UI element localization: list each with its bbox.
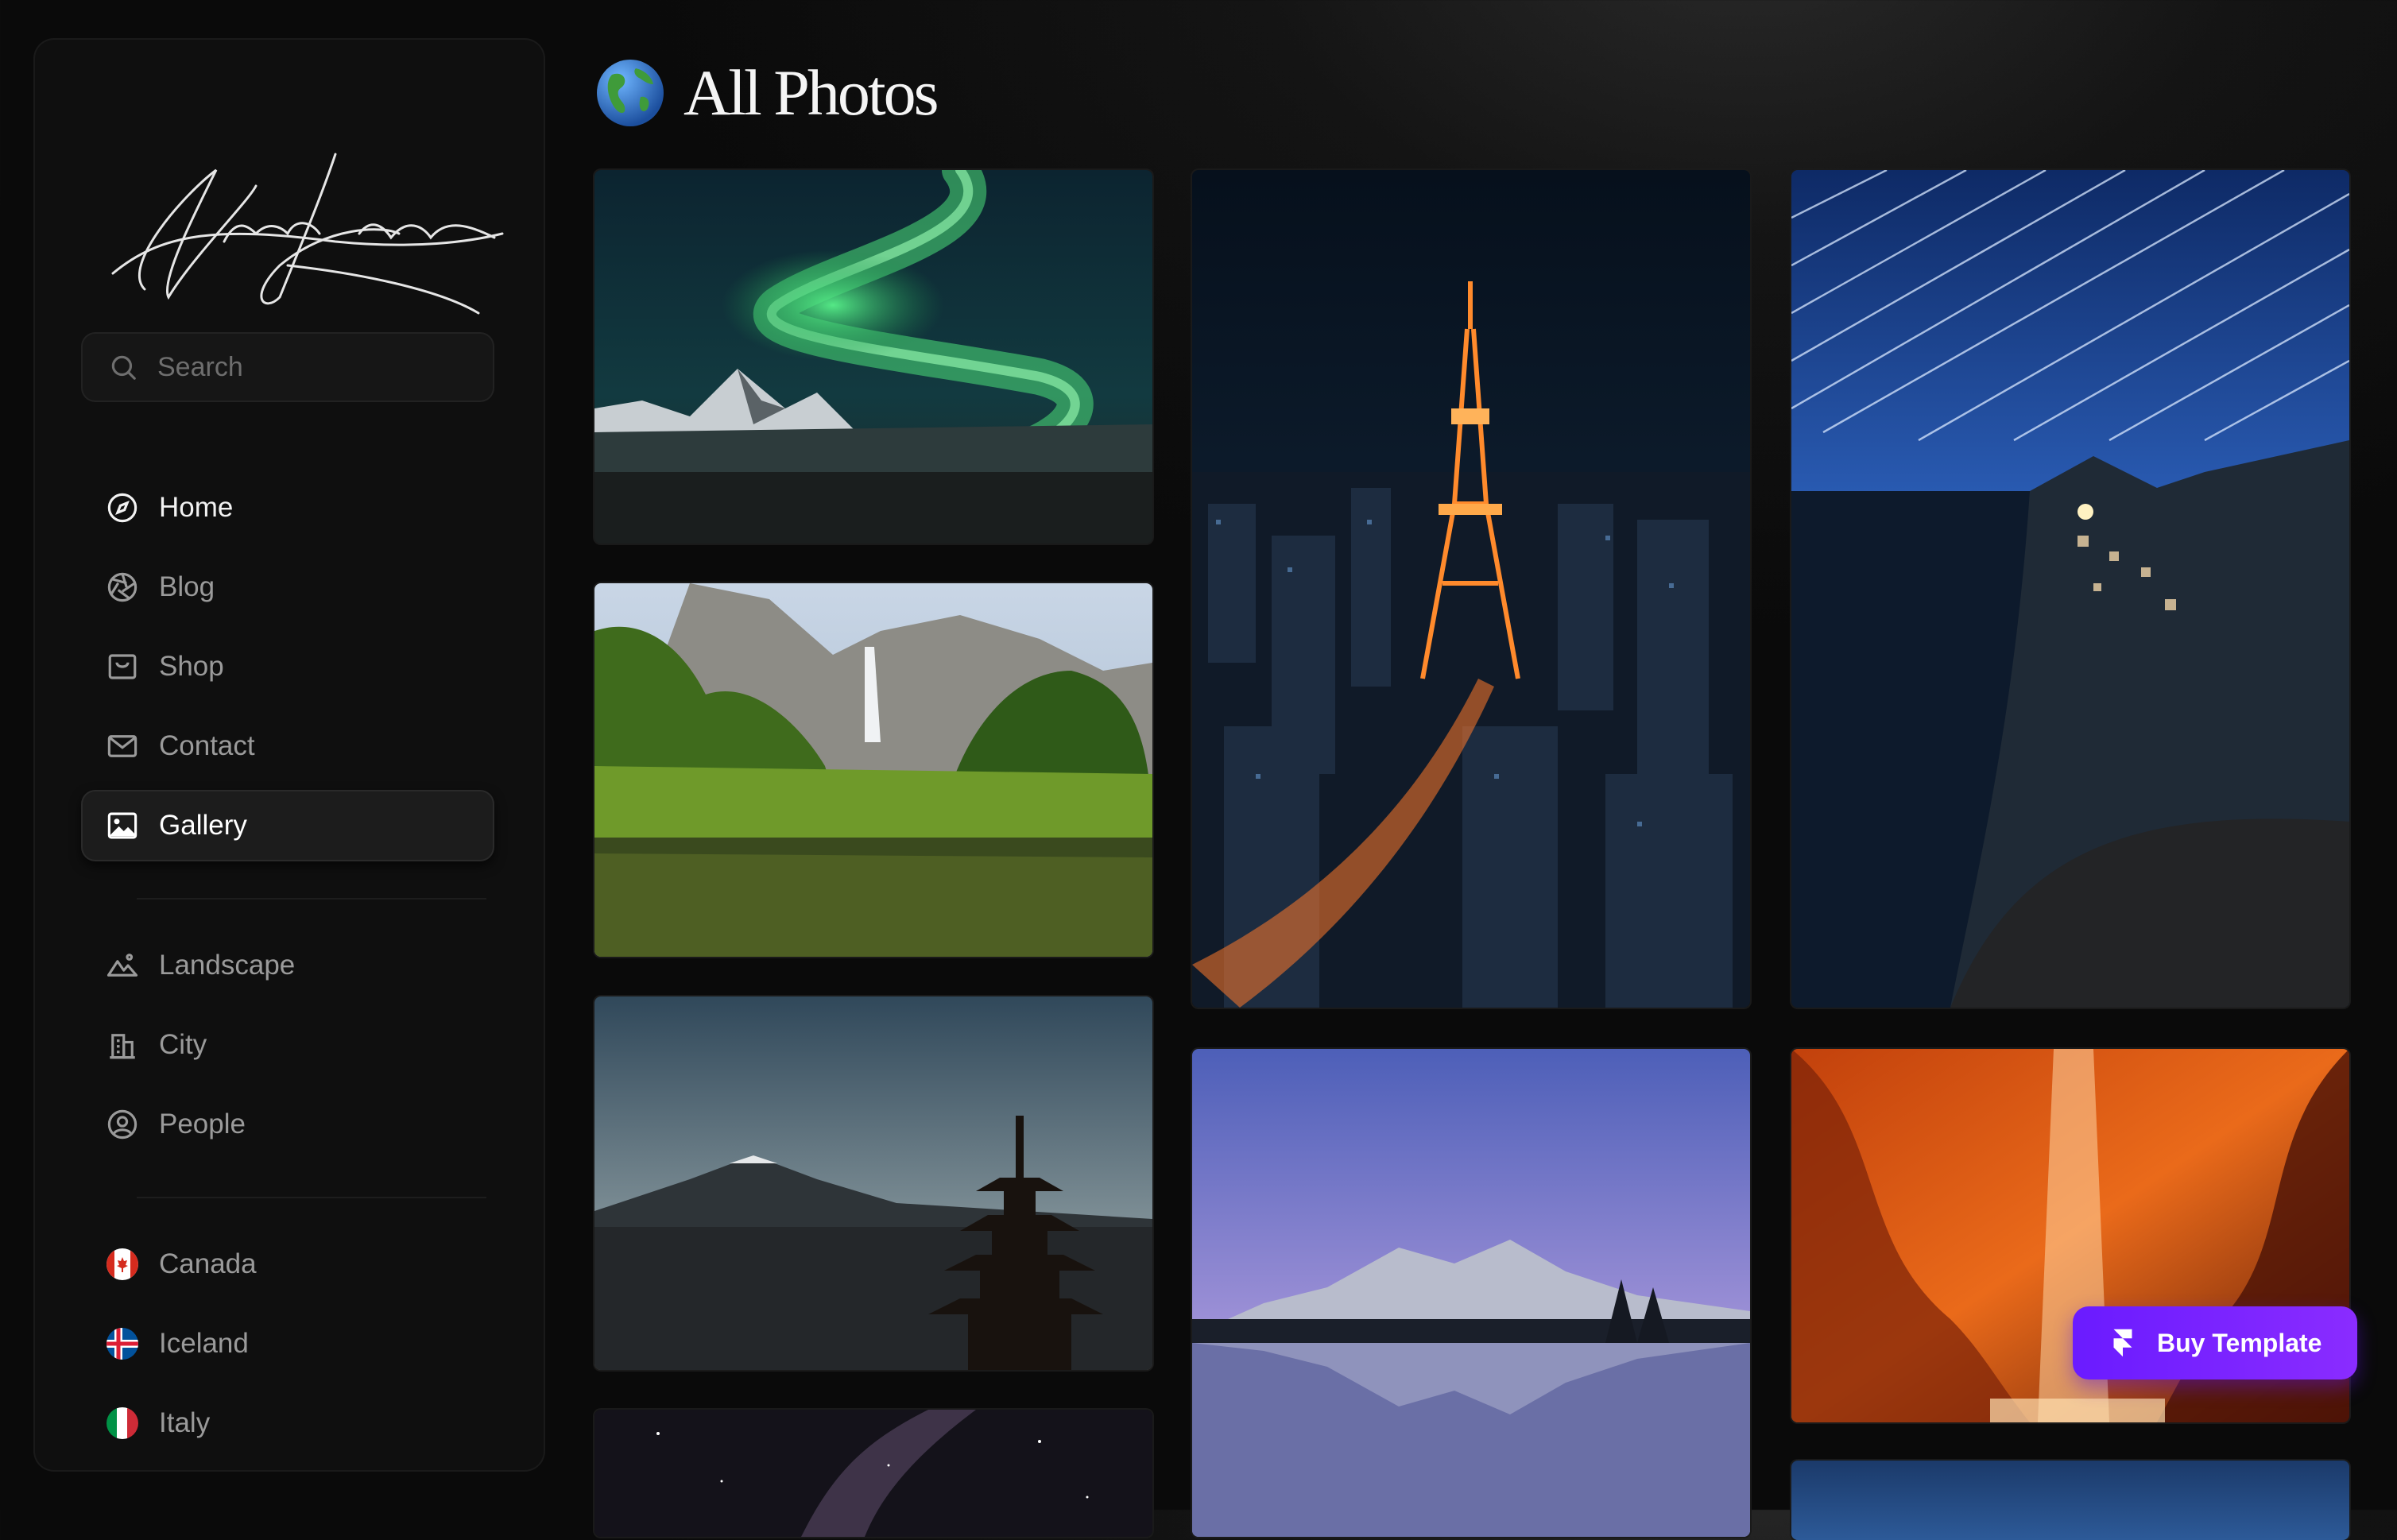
nav-item-label: Canada xyxy=(159,1248,257,1279)
photo-mountain-lake[interactable] xyxy=(1192,1049,1750,1537)
nav-item-landscape[interactable]: Landscape xyxy=(81,930,494,1001)
search-box[interactable] xyxy=(81,332,494,402)
page-title: All Photos xyxy=(683,56,939,129)
nav-item-italy[interactable]: Italy xyxy=(81,1387,494,1459)
nav-item-label: Shop xyxy=(159,651,224,682)
nav-item-label: Italy xyxy=(159,1407,211,1438)
photo-waterfall-forest[interactable] xyxy=(594,583,1152,957)
nav-item-home[interactable]: Home xyxy=(81,472,494,544)
image-icon xyxy=(107,812,137,839)
photo-night-sky[interactable] xyxy=(1791,1461,2349,1540)
nav-item-gallery[interactable]: Gallery xyxy=(81,790,494,861)
photo-star-trails-coast[interactable] xyxy=(1791,170,2349,1008)
nav-item-contact[interactable]: Contact xyxy=(81,710,494,782)
signature-logo[interactable] xyxy=(97,106,526,321)
nav-item-label: People xyxy=(159,1109,246,1140)
compass-icon xyxy=(107,493,137,523)
globe-icon xyxy=(597,60,664,126)
nav-item-label: Gallery xyxy=(159,810,247,841)
canada-flag-icon xyxy=(106,1248,138,1280)
page-header: All Photos xyxy=(594,49,939,137)
buy-template-label: Buy Template xyxy=(2157,1328,2322,1357)
italy-flag-icon xyxy=(106,1407,138,1439)
shop-icon xyxy=(108,654,137,679)
framer-icon xyxy=(2113,1329,2132,1357)
nav-item-label: Landscape xyxy=(159,950,296,981)
divider xyxy=(137,1197,486,1198)
search-input[interactable] xyxy=(156,350,477,384)
building-icon xyxy=(110,1034,135,1059)
nav-item-city[interactable]: City xyxy=(81,1009,494,1081)
photo-tokyo-tower[interactable] xyxy=(1192,170,1750,1008)
nav-item-blog[interactable]: Blog xyxy=(81,551,494,623)
photo-pagoda-fuji[interactable] xyxy=(594,996,1152,1370)
search-icon xyxy=(111,355,136,380)
sidebar: Home Blog Shop Contact Gallery Landscape… xyxy=(33,38,545,1472)
mountains-icon xyxy=(106,954,138,977)
nav-item-people[interactable]: People xyxy=(81,1089,494,1160)
nav-item-label: Contact xyxy=(159,730,255,761)
iceland-flag-icon xyxy=(106,1328,138,1360)
nav-item-label: Iceland xyxy=(159,1328,249,1359)
nav-item-shop[interactable]: Shop xyxy=(81,631,494,702)
buy-template-button[interactable]: Buy Template xyxy=(2073,1306,2357,1379)
user-circle-icon xyxy=(107,1109,137,1140)
nav-item-canada[interactable]: Canada xyxy=(81,1229,494,1300)
divider xyxy=(137,898,486,900)
photo-aurora-mountains[interactable] xyxy=(594,170,1152,544)
mail-icon xyxy=(107,735,137,757)
nav-item-iceland[interactable]: Iceland xyxy=(81,1308,494,1379)
nav-item-label: Blog xyxy=(159,571,215,602)
nav-item-label: City xyxy=(159,1029,207,1060)
nav-item-label: Home xyxy=(159,492,234,523)
photo-milky-way[interactable] xyxy=(594,1410,1152,1537)
aperture-icon xyxy=(107,572,137,602)
